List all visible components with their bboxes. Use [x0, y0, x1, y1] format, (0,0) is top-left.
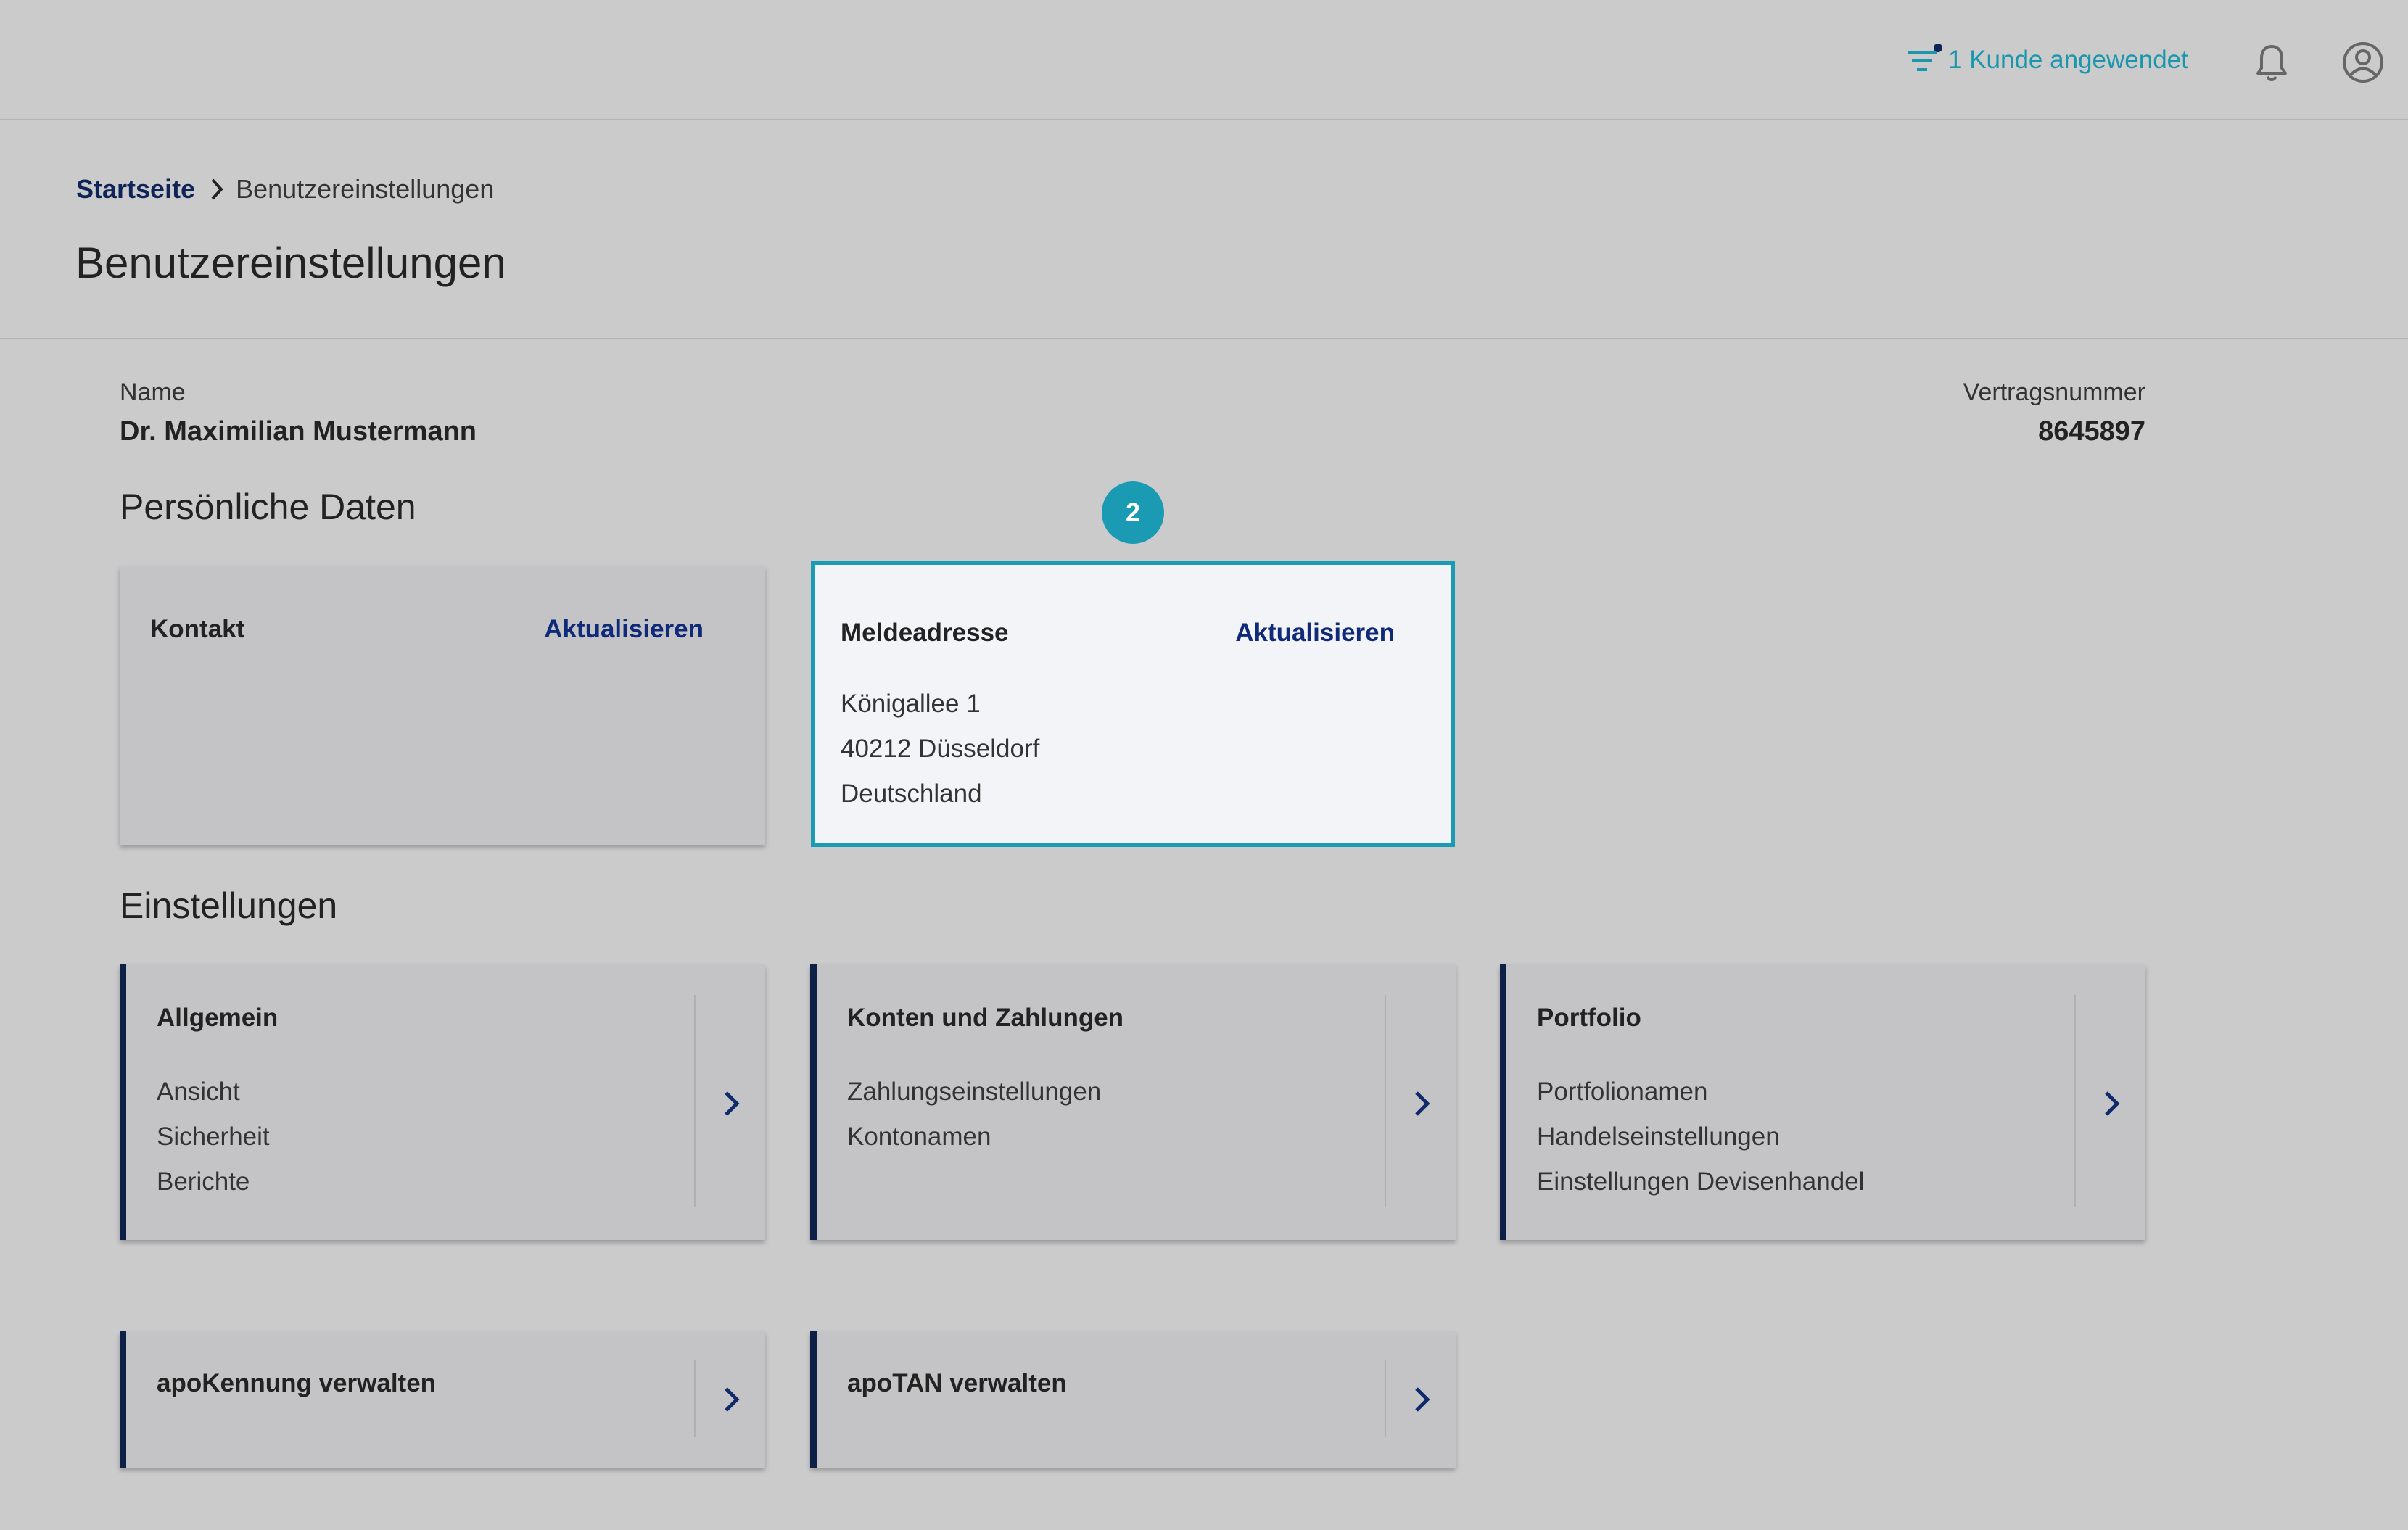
card-divider	[694, 995, 696, 1207]
settings-card-item: Ansicht	[157, 1078, 240, 1106]
settings-card-accounts-payments[interactable]: Konten und Zahlungen Zahlungseinstellung…	[810, 964, 1456, 1240]
bell-icon[interactable]	[2254, 44, 2289, 84]
contract-number-value: 8645897	[2038, 416, 2145, 447]
breadcrumb: Startseite Benutzereinstellungen	[76, 171, 494, 207]
user-circle-icon[interactable]	[2341, 41, 2385, 84]
customer-filter-button[interactable]: 1 Kunde angewendet	[1906, 42, 2188, 78]
settings-card-item: Kontonamen	[847, 1122, 991, 1151]
chevron-right-icon[interactable]	[722, 1089, 741, 1118]
chevron-right-icon[interactable]	[1413, 1089, 1432, 1118]
settings-card-portfolio[interactable]: Portfolio Portfolionamen Handelseinstell…	[1500, 964, 2145, 1240]
settings-card-item: Zahlungseinstellungen	[847, 1078, 1102, 1106]
card-divider	[2074, 995, 2076, 1207]
card-divider	[1385, 995, 1386, 1207]
settings-card-item: Einstellungen Devisenhandel	[1537, 1167, 1865, 1196]
contract-number-label: Vertragsnummer	[1963, 379, 2145, 406]
card-divider	[694, 1360, 696, 1437]
contact-update-link[interactable]: Aktualisieren	[544, 615, 704, 644]
page-title: Benutzereinstellungen	[75, 239, 506, 287]
step-badge: 2	[1102, 481, 1164, 544]
settings-card-title: Portfolio	[1537, 1004, 1641, 1032]
filter-icon	[1908, 44, 1942, 71]
address-update-link[interactable]: Aktualisieren	[1235, 619, 1395, 648]
address-line: 40212 Düsseldorf	[841, 735, 1040, 763]
name-label: Name	[120, 379, 186, 406]
address-line: Königallee 1	[841, 690, 981, 718]
breadcrumb-current: Benutzereinstellungen	[236, 174, 495, 204]
settings-card-general[interactable]: Allgemein Ansicht Sicherheit Berichte	[120, 964, 765, 1240]
manage-card-title: apoTAN verwalten	[847, 1369, 1067, 1397]
settings-card-item: Portfolionamen	[1537, 1078, 1708, 1106]
chevron-right-icon[interactable]	[1413, 1385, 1432, 1414]
chevron-right-icon[interactable]	[722, 1385, 741, 1414]
customer-filter-label: 1 Kunde angewendet	[1948, 46, 2188, 74]
address-card: Meldeadresse Aktualisieren Königallee 1 …	[811, 561, 1455, 847]
manage-apotan-card[interactable]: apoTAN verwalten	[810, 1331, 1456, 1468]
manage-apokennung-card[interactable]: apoKennung verwalten	[120, 1331, 765, 1468]
title-divider	[0, 338, 2408, 339]
contact-card-title: Kontakt	[150, 615, 245, 643]
settings-card-item: Handelseinstellungen	[1537, 1122, 1780, 1151]
address-card-title: Meldeadresse	[841, 619, 1009, 647]
name-value: Dr. Maximilian Mustermann	[120, 416, 477, 447]
address-line: Deutschland	[841, 780, 982, 808]
contact-card: Kontakt Aktualisieren	[120, 566, 765, 845]
manage-card-title: apoKennung verwalten	[157, 1369, 437, 1397]
settings-title: Einstellungen	[120, 885, 338, 926]
top-bar: 1 Kunde angewendet	[0, 0, 2408, 120]
chevron-right-icon[interactable]	[2103, 1089, 2122, 1118]
settings-card-item: Sicherheit	[157, 1122, 270, 1151]
personal-data-title: Persönliche Daten	[120, 487, 416, 527]
settings-card-title: Allgemein	[157, 1004, 279, 1032]
card-divider	[1385, 1360, 1386, 1437]
settings-card-item: Berichte	[157, 1167, 250, 1196]
settings-card-title: Konten und Zahlungen	[847, 1004, 1124, 1032]
chevron-right-icon	[210, 177, 226, 202]
breadcrumb-home-link[interactable]: Startseite	[76, 174, 195, 204]
